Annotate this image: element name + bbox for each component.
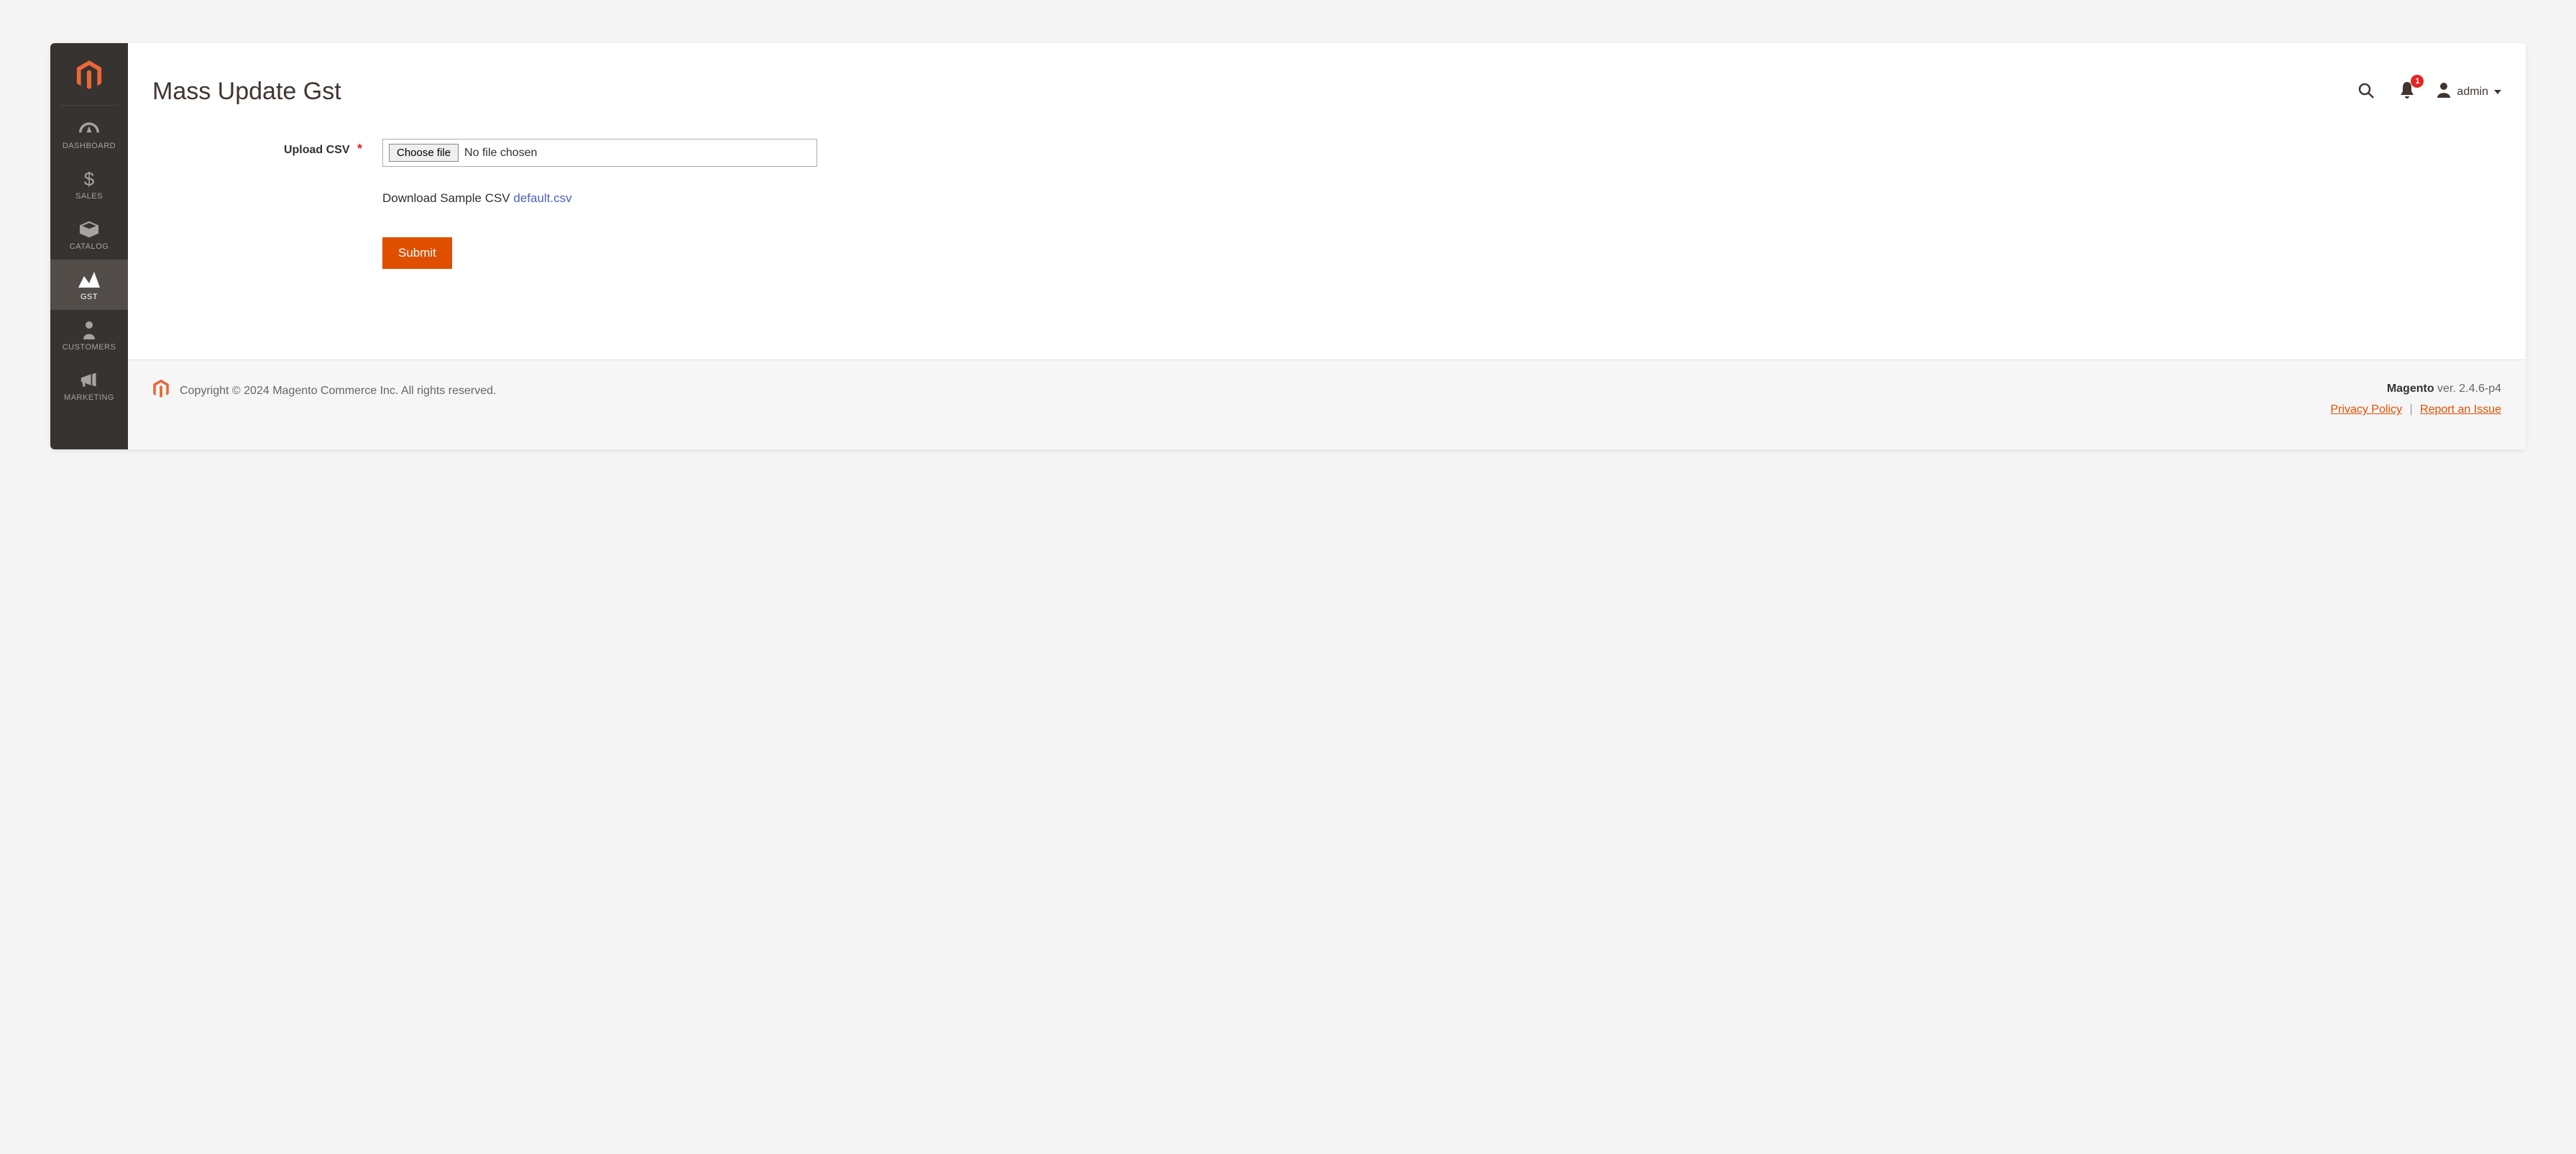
box-icon [80,219,98,239]
copyright-text: Copyright © 2024 Magento Commerce Inc. A… [180,385,496,398]
download-sample-row: Download Sample CSV default.csv [382,191,2501,206]
footer-link-separator: | [2409,403,2412,416]
sidebar-item-label: CUSTOMERS [63,343,116,352]
chevron-down-icon [2494,90,2501,94]
file-input[interactable]: Choose file No file chosen [382,139,817,167]
form-control-col: Choose file No file chosen Download Samp… [382,139,2501,269]
sidebar-item-marketing[interactable]: MARKETING [50,360,128,411]
submit-button[interactable]: Submit [382,237,452,269]
footer-right: Magento ver. 2.4.6-p4 Privacy Policy | R… [2330,379,2501,421]
upload-csv-row: Upload CSV * Choose file No file chosen … [152,139,2501,269]
sidebar-item-dashboard[interactable]: DASHBOARD [50,109,128,159]
notifications-button[interactable]: 1 [2396,79,2418,104]
product-name: Magento [2387,383,2434,395]
magento-logo-small [152,379,170,403]
version-number: 2.4.6-p4 [2459,383,2501,395]
footer-links: Privacy Policy | Report an Issue [2330,400,2501,421]
svg-text:$: $ [84,170,95,188]
search-icon [2358,91,2375,101]
gst-icon [78,270,100,290]
file-status-text: No file chosen [464,147,537,160]
notification-badge: 1 [2411,75,2424,88]
page-header: Mass Update Gst 1 [152,43,2501,106]
megaphone-icon [80,370,98,390]
page-title: Mass Update Gst [152,78,341,106]
header-actions: 1 admin [2355,79,2501,104]
download-sample-link[interactable]: default.csv [513,191,571,205]
footer: Copyright © 2024 Magento Commerce Inc. A… [128,360,2526,449]
sidebar-item-gst[interactable]: GST [50,260,128,310]
person-icon [83,320,96,340]
sidebar: DASHBOARD $ SALES CATALOG GST CUSTOMERS [50,43,128,449]
admin-window: DASHBOARD $ SALES CATALOG GST CUSTOMERS [50,43,2526,449]
sidebar-item-label: DASHBOARD [63,142,116,150]
sidebar-item-label: GST [80,293,98,301]
bell-icon [2399,91,2415,101]
upload-csv-label: Upload CSV [284,144,350,156]
sidebar-item-customers[interactable]: CUSTOMERS [50,310,128,360]
version-line: Magento ver. 2.4.6-p4 [2330,379,2501,400]
version-prefix: ver. [2434,383,2460,395]
privacy-policy-link[interactable]: Privacy Policy [2330,403,2402,416]
sidebar-item-sales[interactable]: $ SALES [50,159,128,209]
magento-logo[interactable] [60,56,118,106]
content-area: Mass Update Gst 1 [128,43,2526,360]
sidebar-item-label: MARKETING [64,393,114,402]
footer-left: Copyright © 2024 Magento Commerce Inc. A… [152,379,496,403]
download-sample-text: Download Sample CSV [382,191,513,205]
user-icon [2437,82,2451,101]
choose-file-button[interactable]: Choose file [389,144,459,162]
main-panel: Mass Update Gst 1 [128,43,2526,449]
form-label-col: Upload CSV * [152,139,382,157]
dashboard-icon [79,119,99,139]
user-menu[interactable]: admin [2437,82,2501,101]
search-button[interactable] [2355,79,2378,104]
required-mark: * [357,142,362,156]
user-name: admin [2457,86,2488,99]
report-issue-link[interactable]: Report an Issue [2420,403,2501,416]
submit-row: Submit [382,237,2501,269]
sidebar-item-catalog[interactable]: CATALOG [50,209,128,260]
sidebar-item-label: CATALOG [70,242,109,251]
sidebar-item-label: SALES [75,192,103,201]
dollar-icon: $ [83,169,95,189]
